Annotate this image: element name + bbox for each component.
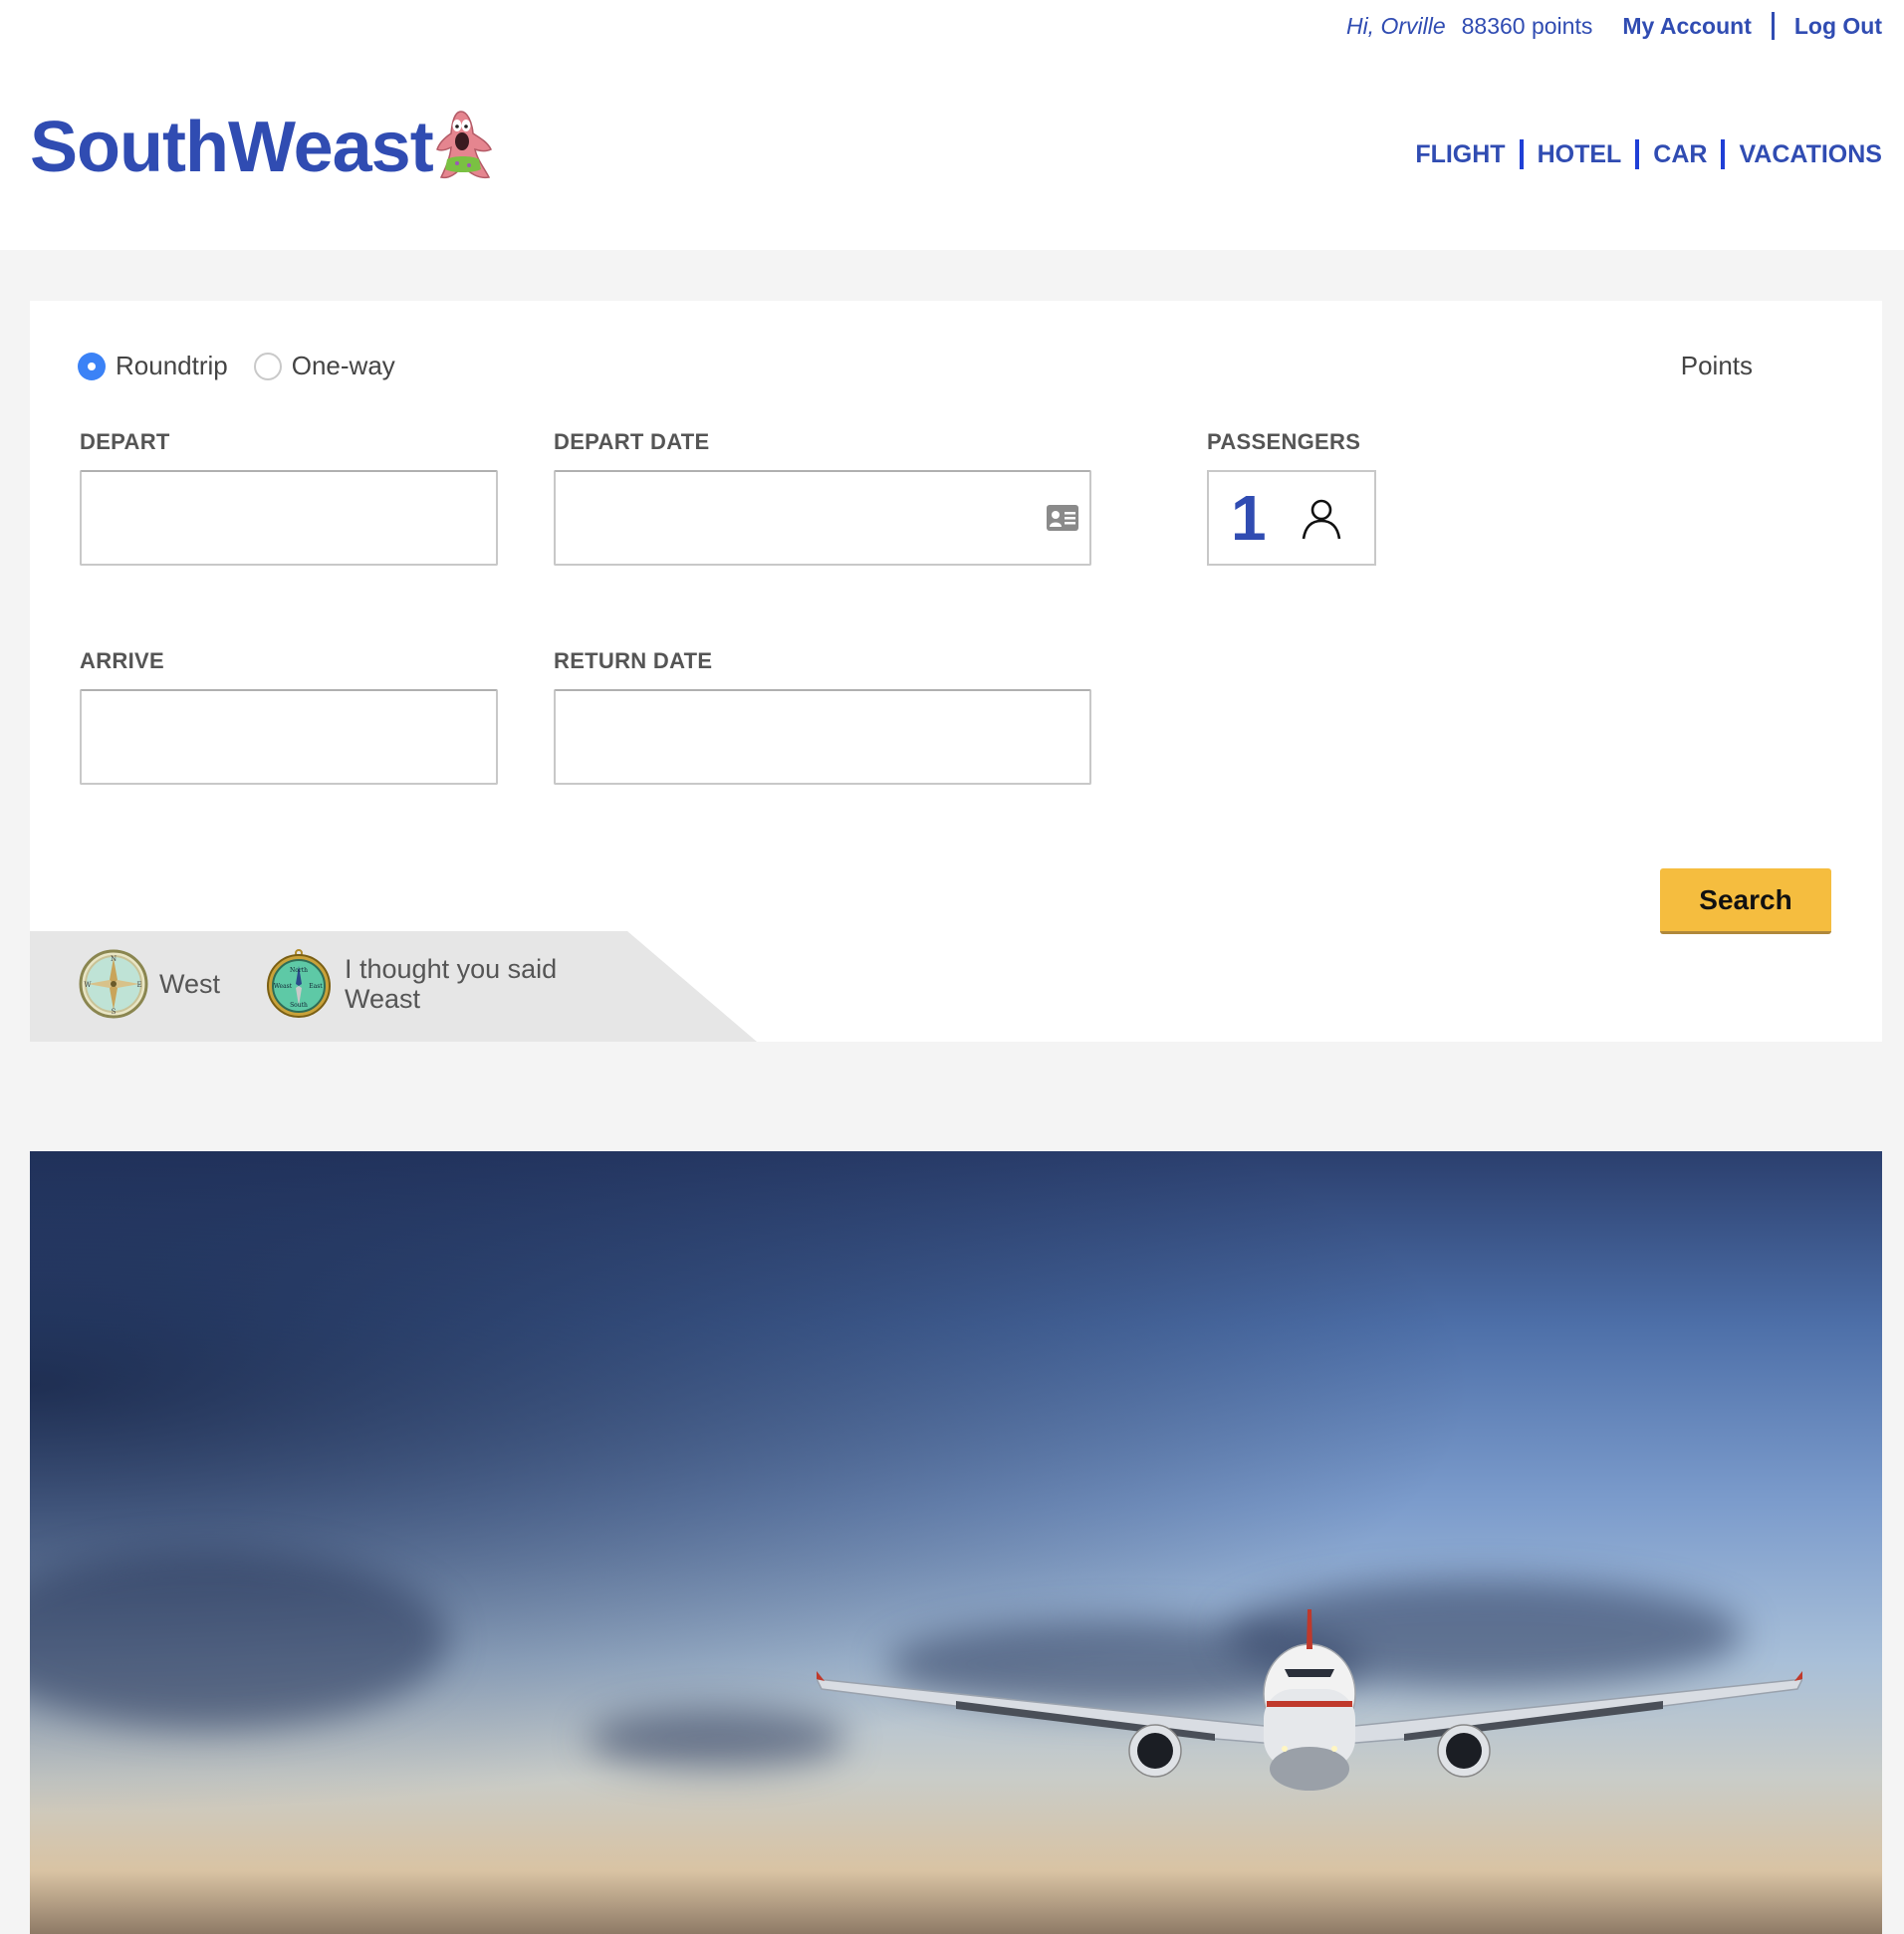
passengers-label: PASSENGERS	[1207, 429, 1361, 454]
nav-vacations[interactable]: VACATIONS	[1739, 140, 1882, 169]
svg-text:S: S	[112, 1008, 117, 1016]
site-logo[interactable]: SouthWeast	[30, 108, 493, 183]
one-way-radio[interactable]	[253, 352, 282, 380]
svg-text:N: N	[111, 955, 117, 963]
svg-text:North: North	[290, 967, 308, 974]
svg-text:Weast: Weast	[274, 983, 293, 990]
depart-date-label: DEPART DATE	[554, 429, 710, 454]
arrive-input[interactable]	[82, 691, 496, 783]
compass-icon: N S W E	[79, 949, 148, 1019]
points-toggle[interactable]: Points	[1681, 351, 1753, 381]
divider	[1771, 12, 1775, 40]
depart-date-field[interactable]	[554, 470, 1091, 566]
promo-weast-line1: I thought you said	[345, 954, 558, 984]
booking-panel: Roundtrip One-way Points DEPART DEPART D…	[30, 301, 1882, 1042]
return-date-label: RETURN DATE	[554, 648, 713, 673]
depart-input[interactable]	[82, 472, 496, 564]
divider	[1635, 139, 1640, 169]
nav-car[interactable]: CAR	[1653, 140, 1707, 169]
svg-text:South: South	[290, 1002, 308, 1009]
svg-text:East: East	[309, 983, 323, 990]
promo-weast-line2: Weast	[345, 984, 421, 1014]
person-icon	[1302, 499, 1341, 540]
main-nav: FLIGHT HOTEL CAR VACATIONS	[1415, 139, 1882, 169]
cloud	[30, 1550, 448, 1729]
calendar-icon[interactable]	[1046, 504, 1079, 532]
promo-west[interactable]: N S W E West	[78, 948, 220, 1020]
promo-weast-text: I thought you said Weast	[345, 954, 557, 1014]
svg-text:E: E	[136, 981, 141, 989]
trip-type-selector: Roundtrip One-way	[78, 351, 421, 381]
user-greeting: Hi, Orville	[1345, 12, 1446, 39]
divider	[1519, 139, 1524, 169]
promo-weast[interactable]: North South Weast East I thought you sai…	[263, 948, 557, 1020]
my-account-link[interactable]: My Account	[1622, 13, 1752, 40]
arrive-field[interactable]	[80, 689, 498, 785]
log-out-link[interactable]: Log Out	[1794, 13, 1882, 40]
depart-date-input[interactable]	[556, 472, 1089, 564]
nav-flight[interactable]: FLIGHT	[1415, 140, 1505, 169]
cloud	[588, 1709, 846, 1769]
svg-text:W: W	[84, 981, 92, 989]
nav-hotel[interactable]: HOTEL	[1538, 140, 1622, 169]
arrive-label: ARRIVE	[80, 648, 164, 673]
airplane-icon	[817, 1609, 1802, 1791]
account-bar: Hi, Orville 88360 points My Account Log …	[1346, 12, 1882, 40]
points-balance: 88360 points	[1461, 12, 1593, 39]
return-date-field[interactable]	[554, 689, 1091, 785]
site-header: Hi, Orville 88360 points My Account Log …	[0, 0, 1904, 250]
starfish-mascot-icon	[435, 111, 492, 179]
passenger-count: 1	[1231, 482, 1267, 554]
one-way-label[interactable]: One-way	[292, 351, 395, 381]
divider	[1721, 139, 1726, 169]
depart-field[interactable]	[80, 470, 498, 566]
return-date-input[interactable]	[556, 691, 1089, 783]
weast-compass-icon: North South Weast East	[267, 949, 331, 1018]
roundtrip-label[interactable]: Roundtrip	[116, 351, 228, 381]
logo-text: SouthWeast	[30, 108, 434, 187]
promo-west-text: West	[159, 969, 221, 999]
hero-image	[30, 1151, 1882, 1934]
search-button[interactable]: Search	[1660, 868, 1831, 934]
passengers-selector[interactable]: 1	[1207, 470, 1376, 566]
depart-label: DEPART	[80, 429, 170, 454]
roundtrip-radio[interactable]	[78, 352, 106, 380]
